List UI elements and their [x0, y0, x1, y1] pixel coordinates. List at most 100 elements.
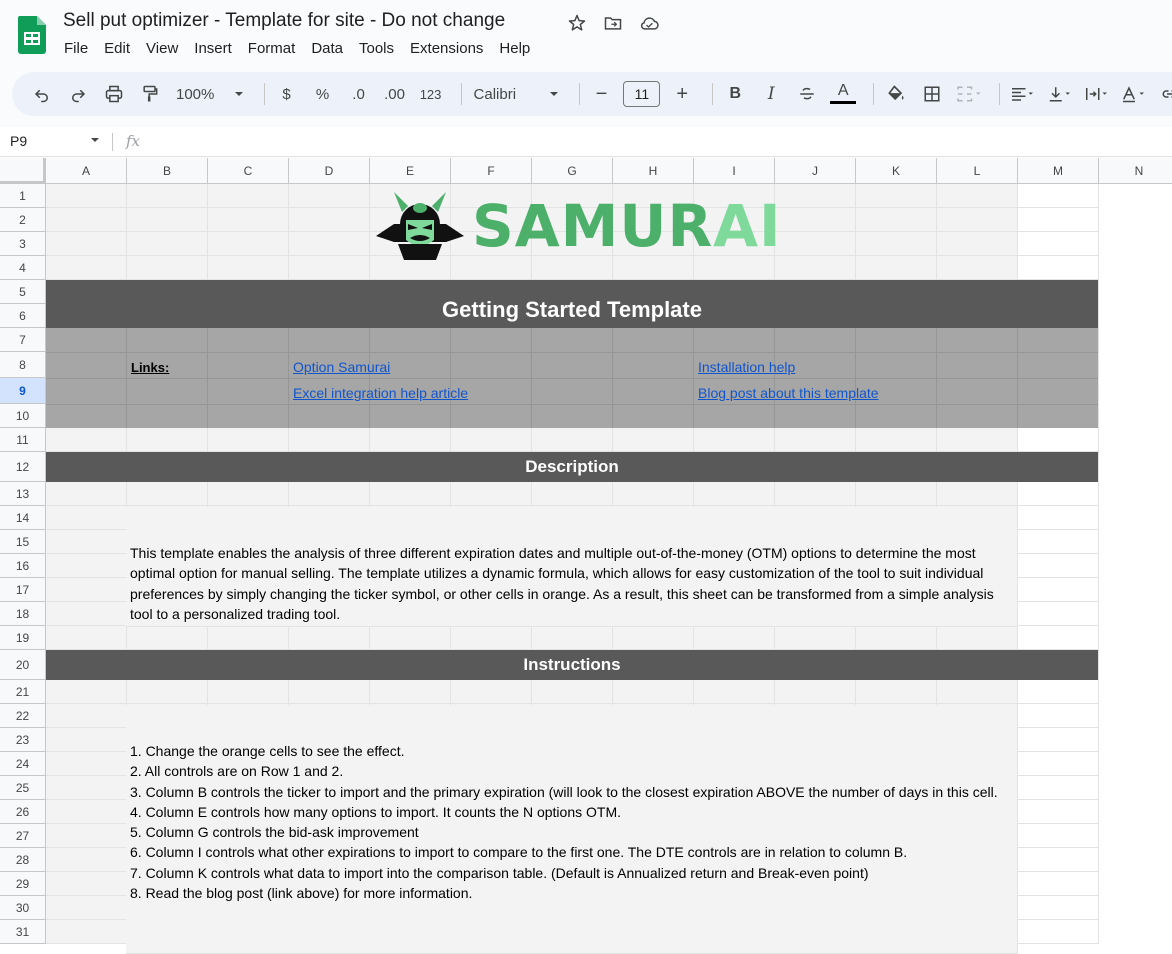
cell[interactable] — [775, 184, 856, 208]
cell[interactable] — [1018, 872, 1099, 896]
cell[interactable] — [694, 626, 775, 650]
cell[interactable] — [1018, 896, 1099, 920]
cell[interactable] — [208, 208, 289, 232]
cell[interactable] — [46, 506, 127, 530]
row-header-9[interactable]: 9 — [0, 378, 46, 404]
increase-font-size-button[interactable]: + — [668, 80, 696, 108]
cell[interactable] — [46, 256, 127, 280]
row-header-4[interactable]: 4 — [0, 256, 46, 280]
cell[interactable] — [46, 896, 127, 920]
cell[interactable] — [208, 232, 289, 256]
column-header-m[interactable]: M — [1018, 158, 1099, 184]
cell[interactable] — [46, 752, 127, 776]
bold-button[interactable]: B — [721, 80, 749, 108]
cell[interactable] — [613, 482, 694, 506]
cell[interactable] — [46, 680, 127, 704]
undo-icon[interactable] — [28, 80, 56, 108]
cell[interactable] — [775, 256, 856, 280]
cell[interactable] — [532, 680, 613, 704]
cell[interactable] — [775, 680, 856, 704]
column-header-b[interactable]: B — [127, 158, 208, 184]
chevron-down-icon[interactable] — [90, 135, 100, 145]
row-header-27[interactable]: 27 — [0, 824, 46, 848]
cell[interactable] — [208, 626, 289, 650]
cell[interactable] — [46, 602, 127, 626]
format-percent-button[interactable]: % — [309, 80, 337, 108]
column-header-k[interactable]: K — [856, 158, 937, 184]
cell[interactable] — [127, 626, 208, 650]
cell[interactable] — [127, 232, 208, 256]
cell[interactable] — [289, 232, 370, 256]
menu-data[interactable]: Data — [303, 40, 351, 57]
row-header-23[interactable]: 23 — [0, 728, 46, 752]
cell[interactable] — [856, 232, 937, 256]
cell[interactable] — [937, 232, 1018, 256]
column-header-c[interactable]: C — [208, 158, 289, 184]
increase-decimal-button[interactable]: .00 — [381, 80, 409, 108]
cell[interactable] — [937, 208, 1018, 232]
row-header-30[interactable]: 30 — [0, 896, 46, 920]
column-header-d[interactable]: D — [289, 158, 370, 184]
more-formats-button[interactable]: 123 — [417, 80, 445, 108]
cell[interactable] — [289, 482, 370, 506]
cell[interactable] — [1018, 848, 1099, 872]
instructions-text-cell[interactable]: 1. Change the orange cells to see the ef… — [126, 705, 1018, 954]
cell[interactable] — [937, 184, 1018, 208]
menu-format[interactable]: Format — [240, 40, 304, 57]
cell[interactable] — [775, 232, 856, 256]
cell[interactable] — [370, 482, 451, 506]
cell[interactable] — [1018, 920, 1099, 944]
row-header-6[interactable]: 6 — [0, 304, 46, 328]
row-header-2[interactable]: 2 — [0, 208, 46, 232]
cell[interactable] — [46, 482, 127, 506]
cell[interactable] — [46, 232, 127, 256]
cell[interactable] — [451, 428, 532, 452]
cell[interactable] — [451, 680, 532, 704]
row-header-11[interactable]: 11 — [0, 428, 46, 452]
redo-icon[interactable] — [64, 80, 92, 108]
menu-file[interactable]: File — [56, 40, 96, 57]
row-header-12[interactable]: 12 — [0, 452, 46, 482]
print-icon[interactable] — [100, 80, 128, 108]
text-wrapping-icon[interactable] — [1082, 80, 1111, 108]
row-header-1[interactable]: 1 — [0, 184, 46, 208]
row-header-21[interactable]: 21 — [0, 680, 46, 704]
decrease-decimal-button[interactable]: .0 — [345, 80, 373, 108]
column-header-g[interactable]: G — [532, 158, 613, 184]
cell[interactable] — [46, 530, 127, 554]
cell[interactable] — [208, 482, 289, 506]
cell[interactable] — [127, 184, 208, 208]
cell[interactable] — [46, 728, 127, 752]
cell[interactable] — [127, 428, 208, 452]
cell[interactable] — [856, 680, 937, 704]
row-header-22[interactable]: 22 — [0, 704, 46, 728]
cell[interactable] — [1018, 704, 1099, 728]
cell[interactable] — [46, 920, 127, 944]
cell[interactable] — [370, 626, 451, 650]
cell[interactable] — [289, 428, 370, 452]
row-header-7[interactable]: 7 — [0, 328, 46, 352]
cell[interactable] — [46, 208, 127, 232]
cell[interactable] — [856, 208, 937, 232]
cell[interactable] — [127, 256, 208, 280]
cell[interactable] — [289, 184, 370, 208]
cell[interactable] — [46, 848, 127, 872]
vertical-align-icon[interactable] — [1045, 80, 1074, 108]
cell[interactable] — [1018, 256, 1099, 280]
row-header-28[interactable]: 28 — [0, 848, 46, 872]
cell[interactable] — [46, 428, 127, 452]
cell[interactable] — [46, 578, 127, 602]
row-header-17[interactable]: 17 — [0, 578, 46, 602]
link-installation-help[interactable]: Installation help — [698, 359, 795, 375]
cell[interactable] — [46, 554, 127, 578]
cell[interactable] — [46, 872, 127, 896]
cell[interactable] — [208, 256, 289, 280]
cell[interactable] — [289, 256, 370, 280]
menu-tools[interactable]: Tools — [351, 40, 402, 57]
cell[interactable] — [775, 428, 856, 452]
cell[interactable] — [370, 680, 451, 704]
cloud-status-icon[interactable] — [638, 12, 660, 34]
borders-icon[interactable] — [918, 80, 946, 108]
strikethrough-icon[interactable] — [793, 80, 821, 108]
cell[interactable] — [1018, 824, 1099, 848]
